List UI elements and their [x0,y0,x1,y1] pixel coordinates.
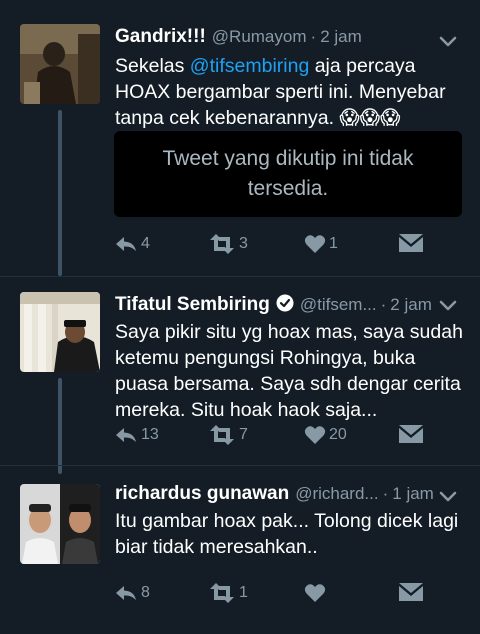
heart-icon [304,584,326,602]
tweet-richardus[interactable]: richardus gunawan @richard... · 1 jam It… [0,466,480,634]
like-button[interactable]: 20 [304,425,347,445]
chevron-down-icon[interactable] [438,490,458,504]
author-handle[interactable]: @richard... [295,484,378,504]
emoji-group: 😱😱😱 [339,107,401,129]
mention-link[interactable]: @tifsembiring [190,55,310,77]
avatar[interactable] [20,484,100,564]
quote-text: Tweet yang dikutip ini tidak tersedia. [162,147,414,200]
heart-icon [304,426,326,444]
heart-icon [304,235,326,253]
author-handle[interactable]: @Rumayom [212,27,307,47]
tweet-text-part: Sekelas [115,55,190,77]
separator: · [380,295,387,314]
retweet-count: 1 [239,584,248,601]
separator: · [310,27,317,46]
tweet-time[interactable]: 2 jam [320,27,362,47]
tweet-time[interactable]: 2 jam [390,295,432,315]
retweet-icon [210,234,234,254]
reply-button[interactable]: 8 [114,583,150,603]
reply-icon [116,428,136,442]
direct-message-button[interactable] [399,583,423,601]
tweet-text: Itu gambar hoax pak... Tolong dicek lagi… [115,510,459,558]
reply-count: 13 [141,426,159,443]
tweet-actions: 4 3 1 [114,234,434,258]
reply-count: 8 [141,584,150,601]
tweet-actions: 8 1 [114,583,434,607]
like-button[interactable]: 1 [304,234,338,254]
author-name[interactable]: richardus gunawan [115,483,289,505]
direct-message-button[interactable] [399,425,423,443]
tweet-header: Gandrix!!! @Rumayom · 2 jam [115,26,362,48]
chevron-down-icon[interactable] [438,35,458,49]
tweet-text: Sekelas @tifsembiring aja percaya HOAX b… [115,53,465,131]
like-count: 20 [329,426,347,443]
tweet-tifatul[interactable]: Tifatul Sembiring @tifsem... · 2 jam Say… [0,277,480,465]
reply-icon [116,586,136,600]
verified-badge-icon [276,294,294,312]
avatar[interactable] [20,292,100,372]
tweet-gandrix[interactable]: Gandrix!!! @Rumayom · 2 jam Sekelas @tif… [0,0,480,276]
tweet-header: Tifatul Sembiring @tifsem... · 2 jam [115,292,432,316]
quoted-tweet-unavailable[interactable]: Tweet yang dikutip ini tidak tersedia. [114,131,462,217]
author-handle[interactable]: @tifsem... [300,295,377,315]
author-name[interactable]: Tifatul Sembiring [115,294,270,316]
reply-count: 4 [141,235,150,252]
tweet-actions: 13 7 20 [114,425,434,449]
retweet-icon [210,425,234,445]
envelope-icon [399,425,423,443]
retweet-count: 3 [239,235,248,252]
reply-button[interactable]: 13 [114,425,159,445]
retweet-button[interactable]: 7 [208,425,248,445]
reply-icon [116,237,136,251]
retweet-button[interactable]: 1 [208,583,248,603]
like-button[interactable] [304,583,329,603]
direct-message-button[interactable] [399,234,423,252]
retweet-count: 7 [239,426,248,443]
author-name[interactable]: Gandrix!!! [115,26,206,48]
separator: · [382,484,389,503]
retweet-button[interactable]: 3 [208,234,248,254]
tweet-time[interactable]: 1 jam [392,484,434,504]
avatar[interactable] [20,24,100,104]
tweet-text: Saya pikir situ yg hoax mas, saya sudah … [115,321,463,421]
chevron-down-icon[interactable] [438,299,458,313]
envelope-icon [399,583,423,601]
retweet-icon [210,583,234,603]
envelope-icon [399,234,423,252]
like-count: 1 [329,235,338,252]
reply-button[interactable]: 4 [114,234,150,254]
tweet-header: richardus gunawan @richard... · 1 jam [115,483,434,505]
